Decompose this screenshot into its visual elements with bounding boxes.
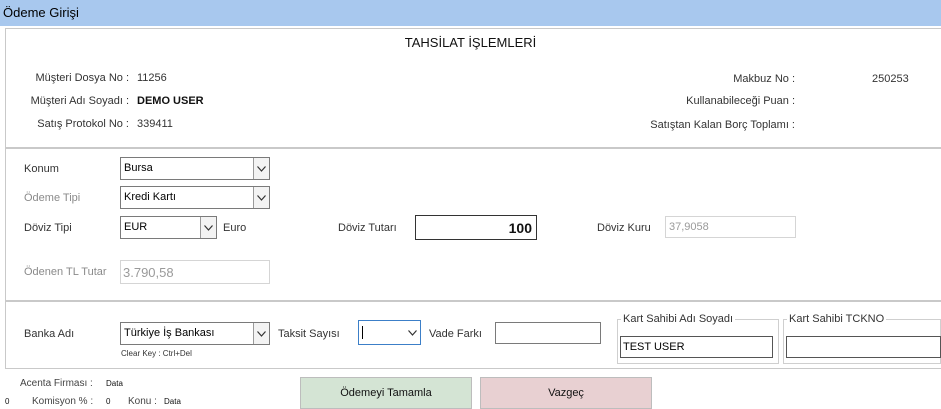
- currency-amount-value: 100: [508, 220, 532, 236]
- sales-protocol-label: Satış Protokol No :: [37, 118, 129, 130]
- exchange-rate-label: Döviz Kuru: [597, 222, 651, 234]
- paid-tl-value: 3.790,58: [123, 265, 174, 280]
- currency-amount-input[interactable]: 100: [415, 215, 537, 240]
- card-holder-tc-label: Kart Sahibi TCKNO: [787, 313, 887, 325]
- commission-prefix: 0: [5, 397, 10, 406]
- currency-type-select-value: EUR: [124, 221, 148, 233]
- customer-name-label: Müşteri Adı Soyadı :: [30, 95, 129, 107]
- subject-label: Konu :: [128, 396, 157, 407]
- installment-label: Taksit Sayısı: [278, 328, 340, 340]
- complete-payment-button-label: Ödemeyi Tamamla: [340, 387, 432, 399]
- exchange-rate-input[interactable]: 37,9058: [665, 216, 796, 238]
- maturity-diff-input[interactable]: [495, 322, 601, 344]
- chevron-down-icon[interactable]: [253, 158, 269, 179]
- payment-type-select[interactable]: Kredi Kartı: [120, 186, 270, 209]
- sales-protocol-value: 339411: [137, 118, 173, 130]
- window-titlebar: [0, 0, 941, 26]
- customer-file-no-value: 11256: [137, 72, 167, 84]
- bank-name-select-value: Türkiye İş Bankası: [124, 327, 215, 339]
- agency-label: Acenta Firması :: [20, 378, 93, 389]
- subject-value: Data: [164, 397, 181, 406]
- payment-type-select-value: Kredi Kartı: [124, 191, 176, 203]
- remaining-debt-label: Satıştan Kalan Borç Toplamı :: [650, 119, 795, 131]
- paid-tl-label: Ödenen TL Tutar: [24, 266, 107, 278]
- maturity-diff-label: Vade Farkı: [429, 328, 482, 340]
- payment-type-label: Ödeme Tipi: [24, 192, 81, 204]
- chevron-down-icon[interactable]: [253, 323, 269, 344]
- bank-name-label: Banka Adı: [24, 328, 75, 340]
- window-title: Ödeme Girişi: [3, 5, 79, 20]
- page-title: TAHSİLAT İŞLEMLERİ: [404, 35, 537, 50]
- customer-file-no-label: Müşteri Dosya No :: [35, 72, 129, 84]
- chevron-down-icon[interactable]: [253, 187, 269, 208]
- usable-points-label: Kullanabileceği Puan :: [686, 95, 795, 107]
- cancel-button[interactable]: Vazgeç: [480, 377, 652, 409]
- commission-label: Komisyon % :: [32, 396, 94, 407]
- chevron-down-icon[interactable]: [200, 217, 216, 238]
- receipt-no-value: 250253: [872, 73, 909, 85]
- customer-name-value: DEMO USER: [137, 95, 204, 107]
- receipt-no-label: Makbuz No :: [733, 73, 795, 85]
- cancel-button-label: Vazgeç: [548, 387, 584, 399]
- agency-value: Data: [106, 379, 123, 388]
- clear-key-hint: Clear Key : Ctrl+Del: [121, 349, 192, 358]
- location-select[interactable]: Bursa: [120, 157, 270, 180]
- card-holder-tc-input[interactable]: [786, 336, 941, 358]
- currency-type-select[interactable]: EUR: [120, 216, 217, 239]
- installment-select[interactable]: [358, 320, 421, 345]
- commission-value: 0: [106, 397, 111, 406]
- text-cursor: [362, 326, 363, 339]
- card-holder-value: TEST USER: [623, 341, 685, 353]
- location-label: Konum: [24, 163, 59, 175]
- currency-amount-label: Döviz Tutarı: [338, 222, 397, 234]
- paid-tl-input[interactable]: 3.790,58: [120, 260, 270, 284]
- exchange-rate-value: 37,9058: [669, 221, 709, 233]
- bank-name-select[interactable]: Türkiye İş Bankası: [120, 322, 270, 345]
- complete-payment-button[interactable]: Ödemeyi Tamamla: [300, 377, 472, 409]
- currency-name: Euro: [223, 222, 247, 234]
- chevron-down-icon[interactable]: [404, 321, 420, 344]
- card-holder-label: Kart Sahibi Adı Soyadı: [621, 313, 736, 325]
- location-select-value: Bursa: [124, 162, 153, 174]
- currency-type-label: Döviz Tipi: [24, 222, 72, 234]
- card-holder-input[interactable]: TEST USER: [620, 336, 773, 358]
